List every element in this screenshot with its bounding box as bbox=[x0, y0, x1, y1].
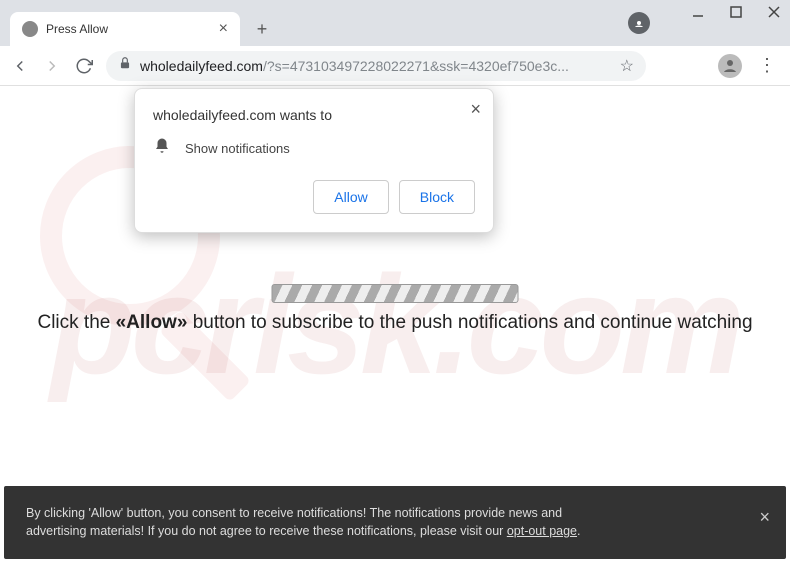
browser-titlebar: Press Allow × + bbox=[0, 0, 790, 46]
message-post: button to subscribe to the push notifica… bbox=[187, 312, 752, 333]
lock-icon bbox=[118, 56, 132, 75]
consent-bar: × By clicking 'Allow' button, you consen… bbox=[4, 486, 786, 560]
permission-title: wholedailyfeed.com wants to bbox=[153, 107, 475, 123]
window-close-icon[interactable] bbox=[766, 4, 782, 20]
tab-title: Press Allow bbox=[46, 22, 211, 36]
back-icon[interactable] bbox=[10, 56, 30, 76]
bell-icon bbox=[153, 137, 171, 160]
bookmark-icon[interactable]: ☆ bbox=[620, 56, 634, 76]
reload-icon[interactable] bbox=[74, 56, 94, 76]
consent-line2-post: . bbox=[577, 524, 580, 538]
globe-icon bbox=[22, 21, 38, 37]
browser-toolbar: wholedailyfeed.com/?s=473103497228022271… bbox=[0, 46, 790, 86]
block-button[interactable]: Block bbox=[399, 180, 475, 214]
close-icon[interactable]: × bbox=[219, 20, 228, 38]
menu-icon[interactable]: ⋮ bbox=[754, 55, 780, 76]
incognito-icon bbox=[628, 12, 650, 34]
permission-label: Show notifications bbox=[185, 141, 290, 156]
close-icon[interactable]: × bbox=[759, 504, 770, 531]
permission-buttons: Allow Block bbox=[153, 180, 475, 214]
url-host: wholedailyfeed.com bbox=[140, 58, 263, 74]
permission-row: Show notifications bbox=[153, 137, 475, 160]
consent-line1: By clicking 'Allow' button, you consent … bbox=[26, 506, 562, 520]
new-tab-button[interactable]: + bbox=[248, 15, 276, 43]
forward-icon bbox=[42, 56, 62, 76]
url-path: /?s=473103497228022271&ssk=4320ef750e3c.… bbox=[263, 58, 569, 74]
window-controls bbox=[690, 4, 782, 20]
page-message: Click the «Allow» button to subscribe to… bbox=[0, 312, 790, 334]
allow-button[interactable]: Allow bbox=[313, 180, 388, 214]
close-icon[interactable]: × bbox=[470, 99, 481, 120]
opt-out-link[interactable]: opt-out page bbox=[507, 524, 577, 538]
permission-dialog: × wholedailyfeed.com wants to Show notif… bbox=[134, 88, 494, 233]
maximize-icon[interactable] bbox=[728, 4, 744, 20]
progress-bar bbox=[272, 284, 519, 303]
consent-line2-pre: advertising materials! If you do not agr… bbox=[26, 524, 507, 538]
profile-icon[interactable] bbox=[718, 54, 742, 78]
minimize-icon[interactable] bbox=[690, 4, 706, 20]
address-bar[interactable]: wholedailyfeed.com/?s=473103497228022271… bbox=[106, 51, 646, 81]
page-content: pcrisk.com × wholedailyfeed.com wants to… bbox=[0, 86, 790, 563]
message-bold: «Allow» bbox=[116, 312, 188, 333]
message-pre: Click the bbox=[37, 312, 115, 333]
url-text: wholedailyfeed.com/?s=473103497228022271… bbox=[140, 58, 569, 74]
browser-tab[interactable]: Press Allow × bbox=[10, 12, 240, 46]
